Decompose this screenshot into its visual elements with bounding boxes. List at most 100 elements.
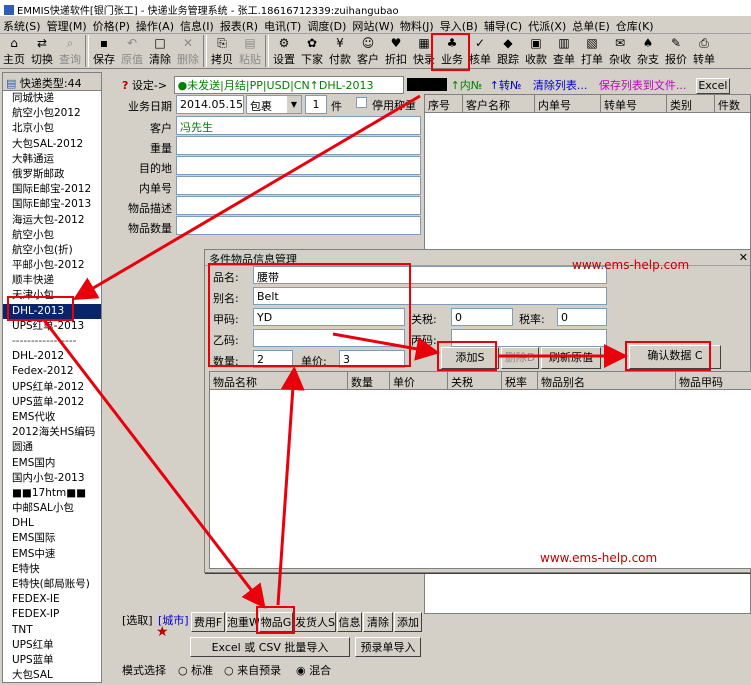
express-type-item[interactable]: 平邮小包-2012 — [3, 258, 101, 273]
menu-item[interactable]: 仓库(K) — [613, 20, 657, 33]
menu-item[interactable]: 总单(E) — [569, 20, 613, 33]
destination-input[interactable] — [176, 156, 421, 175]
close-icon[interactable]: ✕ — [739, 251, 748, 264]
preorder-import-button[interactable]: 预录单导入 — [355, 637, 421, 657]
express-type-item[interactable]: E特快(邮局账号) — [3, 577, 101, 592]
item-grid-column-header[interactable]: 物品甲码 — [676, 372, 751, 390]
toolbar-button[interactable]: ⇄ 切换 — [28, 35, 56, 67]
internal-no-input[interactable] — [176, 176, 421, 195]
bottom-button[interactable]: 费用F — [191, 612, 225, 632]
toolbar-button[interactable]: ✓ 核单 — [466, 35, 494, 67]
express-type-item[interactable]: 圆通 — [3, 440, 101, 455]
clear-list-link[interactable]: 清除列表... — [533, 79, 588, 92]
express-type-item[interactable]: UPS蓝单 — [3, 653, 101, 668]
transfer-no-link[interactable]: ↑转№ — [490, 79, 522, 92]
grid-column-header[interactable]: 序号 — [425, 95, 463, 113]
express-type-item[interactable]: 国际E邮宝-2012 — [3, 182, 101, 197]
toolbar-button[interactable]: ⌕ 查询 — [56, 35, 84, 67]
express-type-item[interactable]: FEDEX-IP — [3, 607, 101, 622]
bottom-button[interactable]: 添加 — [394, 612, 422, 632]
menu-item[interactable]: 电讯(T) — [261, 20, 304, 33]
delete-item-button[interactable]: 删除D — [501, 347, 539, 369]
express-type-item[interactable]: 中邮SAL小包 — [3, 501, 101, 516]
toolbar-button[interactable]: ▥ 查单 — [550, 35, 578, 67]
excel-button[interactable]: Excel — [695, 78, 730, 94]
toolbar-button[interactable]: ⌂ 主页 — [0, 35, 28, 67]
toolbar-button[interactable]: ♠ 杂支 — [634, 35, 662, 67]
toolbar-button[interactable]: ♥ 折扣 — [382, 35, 410, 67]
save-list-link[interactable]: 保存列表到文件... — [599, 79, 687, 92]
refresh-button[interactable]: 刷新原值 — [541, 347, 601, 369]
item-grid-column-header[interactable]: 税率 — [502, 372, 538, 390]
express-type-item[interactable]: 国内小包-2013 — [3, 471, 101, 486]
toolbar-button[interactable]: ◆ 跟踪 — [494, 35, 522, 67]
toolbar-button[interactable]: ⎙ 转单 — [690, 35, 718, 67]
customs-input[interactable]: 0 — [451, 308, 513, 326]
tax-rate-input[interactable]: 0 — [557, 308, 607, 326]
grid-column-header[interactable]: 类别 — [667, 95, 715, 113]
select-label[interactable]: [选取] — [122, 612, 153, 628]
setting-label[interactable]: 设定-> — [132, 79, 167, 92]
item-quantity-input[interactable] — [176, 216, 421, 235]
express-type-item[interactable]: EMS国内 — [3, 456, 101, 471]
pieces-input[interactable]: 1 — [305, 95, 327, 114]
customer-input[interactable]: 冯先生 — [176, 116, 421, 135]
item-grid[interactable]: 物品名称 数量 单价 关税 税率 物品别名 物品甲码 — [209, 371, 751, 569]
toolbar-button[interactable]: ✕ 删除 — [174, 35, 202, 67]
menu-item[interactable]: 报表(R) — [217, 20, 261, 33]
express-type-item[interactable]: 北京小包 — [3, 121, 101, 136]
express-type-item[interactable]: Fedex-2012 — [3, 364, 101, 379]
toolbar-button[interactable]: ▣ 收款 — [522, 35, 550, 67]
express-type-item[interactable]: UPS红单-2012 — [3, 380, 101, 395]
toolbar-button[interactable]: □ 清除 — [146, 35, 174, 67]
express-type-item[interactable]: EMS国际 — [3, 531, 101, 546]
toolbar-button[interactable]: ⎘ 拷贝 — [208, 35, 236, 67]
item-grid-column-header[interactable]: 物品名称 — [210, 372, 348, 390]
express-type-item[interactable]: FEDEX-IE — [3, 592, 101, 607]
express-type-item[interactable]: 航空小包 — [3, 228, 101, 243]
grid-column-header[interactable]: 客户名称 — [463, 95, 535, 113]
express-type-item[interactable]: 国际E邮宝-2013 — [3, 197, 101, 212]
express-type-item[interactable]: 航空小包(折) — [3, 243, 101, 258]
express-type-item[interactable]: 顺丰快递 — [3, 273, 101, 288]
bottom-button[interactable]: 清除 — [363, 612, 393, 632]
express-type-item[interactable]: E特快 — [3, 562, 101, 577]
radio-icon[interactable]: ○ — [178, 664, 191, 677]
toolbar-button[interactable]: ▤ 粘贴 — [236, 35, 264, 67]
date-input[interactable]: 2014.05.15 — [176, 95, 244, 114]
menu-item[interactable]: 物料(J) — [397, 20, 437, 33]
express-type-item[interactable]: EMS中速 — [3, 547, 101, 562]
toolbar-button[interactable]: ¥ 付款 — [326, 35, 354, 67]
toolbar-button[interactable]: ▧ 打单 — [578, 35, 606, 67]
express-type-item[interactable]: ■■17htm■■ — [3, 486, 101, 501]
inner-no-link[interactable]: ↑内№ — [451, 79, 483, 92]
help-icon[interactable]: ? — [122, 79, 128, 92]
express-type-item[interactable]: UPS蓝单-2012 — [3, 395, 101, 410]
express-type-item[interactable]: 俄罗斯邮政 — [3, 167, 101, 182]
express-type-item[interactable]: EMS代收 — [3, 410, 101, 425]
radio-icon[interactable]: ○ — [224, 664, 237, 677]
menu-item[interactable]: 辅导(C) — [481, 20, 525, 33]
menu-item[interactable]: 代派(X) — [525, 20, 569, 33]
express-type-item[interactable]: ----------------- — [3, 334, 101, 349]
menu-item[interactable]: 网站(W) — [349, 20, 396, 33]
toolbar-button[interactable]: ✿ 下家 — [298, 35, 326, 67]
toolbar-button[interactable]: ☺ 客户 — [354, 35, 382, 67]
grid-column-header[interactable]: 件数 — [715, 95, 750, 113]
bottom-button[interactable]: 发货人S — [294, 612, 336, 632]
express-type-item[interactable]: 航空小包2012 — [3, 106, 101, 121]
mode-radio[interactable]: ◉ 混合 — [296, 662, 331, 678]
item-grid-column-header[interactable]: 数量 — [348, 372, 390, 390]
radio-icon[interactable]: ◉ — [296, 664, 309, 677]
express-type-item[interactable]: 2012海关HS编码 — [3, 425, 101, 440]
weight-input[interactable] — [176, 136, 421, 155]
bottom-button[interactable]: 泡重W — [226, 612, 260, 632]
menu-item[interactable]: 管理(M) — [44, 20, 90, 33]
menu-item[interactable]: 信息(I) — [177, 20, 217, 33]
express-type-item[interactable]: 同城快递 — [3, 91, 101, 106]
toolbar-button[interactable]: ⚙ 设置 — [270, 35, 298, 67]
grid-column-header[interactable]: 内单号 — [535, 95, 601, 113]
express-type-item[interactable]: TNT — [3, 623, 101, 638]
excel-csv-import-button[interactable]: Excel 或 CSV 批量导入 — [190, 637, 350, 657]
express-type-list[interactable]: ▤ 快递类型:44 同城快递 航空小包2012 北京小包 大包SAL-2012 大韩通运… — [2, 72, 102, 683]
